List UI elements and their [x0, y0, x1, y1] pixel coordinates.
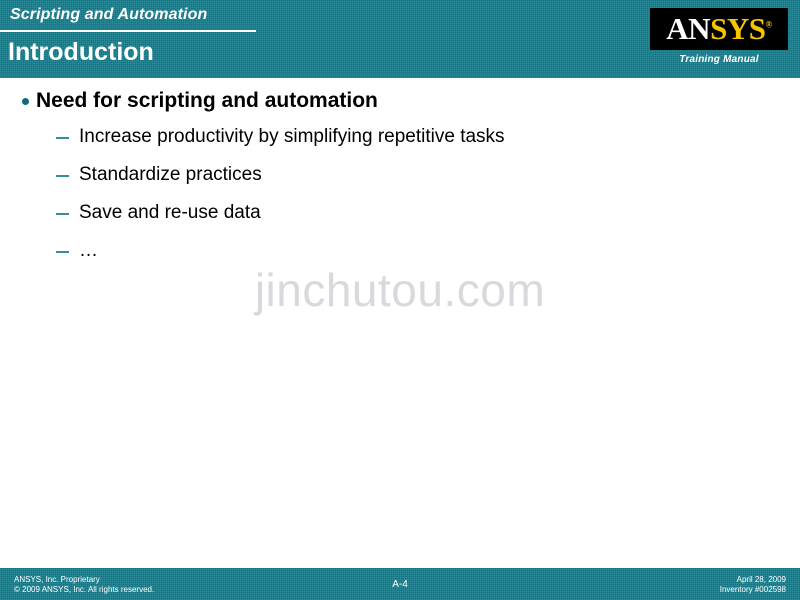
- en-dash-icon: [56, 175, 69, 177]
- list-item: …: [56, 238, 756, 264]
- list-item-label: Standardize practices: [79, 164, 262, 185]
- ansys-logo-icon: ANSYS®: [650, 8, 788, 50]
- list-item: Increase productivity by simplifying rep…: [56, 124, 756, 150]
- page-title: Introduction: [8, 38, 154, 66]
- en-dash-icon: [56, 213, 69, 215]
- bullet-level1: Need for scripting and automation: [22, 88, 378, 114]
- footer-inventory: Inventory #002598: [719, 585, 786, 594]
- ansys-logo-block: ANSYS® Training Manual: [650, 8, 788, 65]
- en-dash-icon: [56, 137, 69, 139]
- header-kicker: Scripting and Automation: [10, 6, 208, 23]
- logo-text-an: AN: [666, 10, 711, 46]
- registered-trademark-icon: ®: [765, 19, 772, 30]
- ansys-wordmark: ANSYS®: [666, 10, 772, 46]
- slide: Scripting and Automation Introduction AN…: [0, 0, 800, 600]
- logo-caption: Training Manual: [679, 54, 759, 65]
- footer-date: April 28, 2009: [736, 575, 786, 584]
- bullet-dot-icon: [22, 98, 29, 105]
- list-item-label: Save and re-use data: [79, 202, 261, 223]
- list-item-label: …: [79, 240, 98, 261]
- page-number: A-4: [392, 579, 408, 590]
- en-dash-icon: [56, 251, 69, 253]
- footer-meta: April 28, 2009 Inventory #002598: [720, 575, 786, 595]
- slide-footer: ANSYS, Inc. Proprietary © 2009 ANSYS, In…: [0, 568, 800, 600]
- logo-text-sys: SYS: [710, 10, 766, 46]
- bullet-sublist: Increase productivity by simplifying rep…: [56, 124, 756, 276]
- header-divider-rule: [0, 30, 256, 32]
- list-item: Save and re-use data: [56, 200, 756, 226]
- list-item: Standardize practices: [56, 162, 756, 188]
- slide-header: Scripting and Automation Introduction AN…: [0, 0, 800, 78]
- list-item-label: Increase productivity by simplifying rep…: [79, 126, 505, 147]
- slide-body: Need for scripting and automation Increa…: [0, 78, 800, 568]
- bullet-level1-label: Need for scripting and automation: [36, 89, 378, 112]
